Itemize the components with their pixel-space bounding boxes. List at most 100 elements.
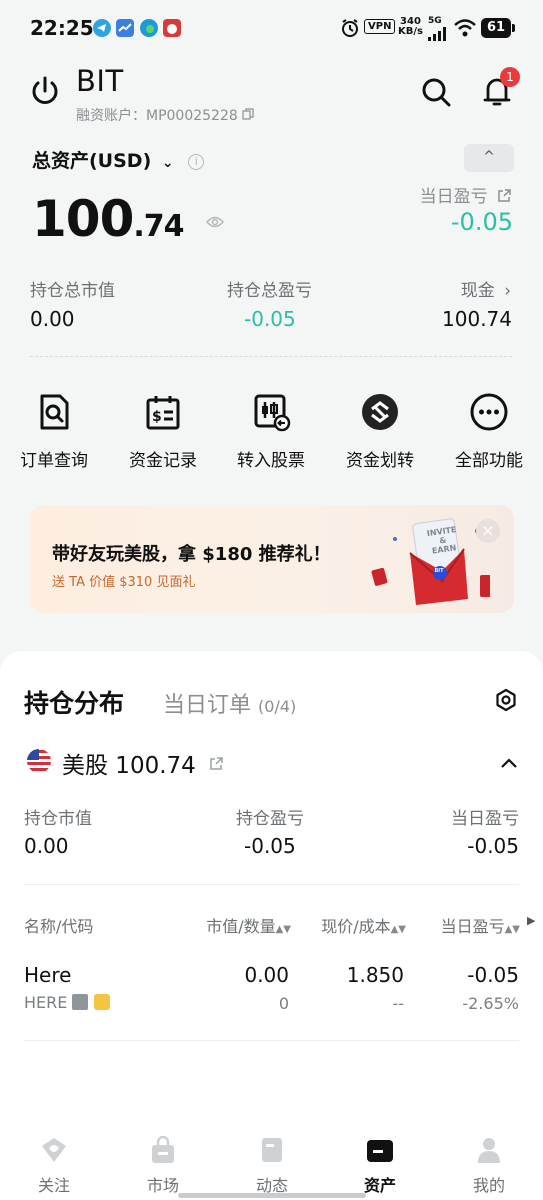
position-market-value-label: 持仓总市值 xyxy=(30,281,115,301)
divider xyxy=(30,356,512,357)
column-header-day-pl[interactable]: 当日盈亏▲▼ xyxy=(441,913,520,937)
nav-watchlist[interactable]: 关注 xyxy=(14,1130,94,1196)
cash-label[interactable]: 现金 › xyxy=(461,276,511,301)
sort-icon[interactable]: ▲▼ xyxy=(505,924,520,935)
function-fund-record[interactable]: $ 资金记录 xyxy=(113,392,213,471)
column-header-label: 现价/成本 xyxy=(321,917,391,936)
holding-day-pl-label: 当日盈亏 xyxy=(451,809,519,829)
shopping-bag-icon xyxy=(147,1135,179,1164)
power-button[interactable] xyxy=(28,74,62,108)
day-pl-label-text: 当日盈亏 xyxy=(419,187,488,207)
settings-button[interactable] xyxy=(494,688,518,716)
position-market-value: 0.00 xyxy=(30,307,75,331)
function-label: 全部功能 xyxy=(455,451,523,471)
sort-icon[interactable]: ▲▼ xyxy=(276,924,291,935)
signal-label: 5G xyxy=(428,16,442,26)
function-label: 转入股票 xyxy=(237,451,305,471)
eye-icon[interactable] xyxy=(205,182,224,240)
external-link-icon[interactable] xyxy=(497,188,511,208)
function-all[interactable]: 全部功能 xyxy=(439,392,539,471)
nav-assets[interactable]: 资产 xyxy=(340,1130,420,1196)
wifi-icon xyxy=(453,18,477,42)
transfer-stock-icon xyxy=(251,392,291,432)
external-link-icon[interactable] xyxy=(209,751,223,777)
banner-badge: BIT xyxy=(434,568,444,574)
net-speed: 340 KB/s xyxy=(398,17,423,37)
referral-banner[interactable]: 带好友玩美股，拿 $180 推荐礼！ 送 TA 价值 $310 见面礼 INVI… xyxy=(30,505,514,613)
fund-record-icon: $ xyxy=(143,392,183,432)
holding-pl-value: -0.05 xyxy=(244,834,296,858)
function-fund-transfer[interactable]: 资金划转 xyxy=(330,392,430,471)
total-assets-decimal: .74 xyxy=(133,209,184,244)
column-header-price[interactable]: 现价/成本▲▼ xyxy=(321,913,406,937)
market-title-text: 美股 100.74 xyxy=(62,753,196,779)
chevron-right-icon[interactable]: › xyxy=(504,281,511,301)
banner-card-text: INVITE & EARN xyxy=(426,525,459,556)
copy-icon[interactable] xyxy=(242,108,254,124)
telegram-icon xyxy=(92,18,112,38)
vpn-indicator: VPN xyxy=(364,19,396,34)
function-order-query[interactable]: 订单查询 xyxy=(4,392,104,471)
cash-label-text: 现金 xyxy=(460,281,495,301)
holding-value-label: 持仓市值 xyxy=(24,809,92,829)
edge-icon xyxy=(139,18,159,38)
chevron-down-icon[interactable]: ⌄ xyxy=(162,155,174,171)
column-header-market-value[interactable]: 市值/数量▲▼ xyxy=(206,913,291,937)
broker-name: BIT xyxy=(76,64,124,98)
quantity-cell: 0 xyxy=(278,994,289,1013)
more-icon xyxy=(469,392,509,432)
red-app-icon xyxy=(162,18,182,38)
day-pl-cell: -0.05 xyxy=(467,963,519,987)
tab-today-orders[interactable]: 当日订单 (0/4) xyxy=(163,687,296,719)
market-section-title[interactable]: 美股 100.74 xyxy=(62,746,223,780)
day-pl-label[interactable]: 当日盈亏 xyxy=(420,182,511,208)
document-icon xyxy=(256,1136,288,1164)
banner-close-button[interactable]: × xyxy=(476,519,500,543)
account-number[interactable]: 融资账户：MP00025228 xyxy=(76,105,254,125)
nav-feed[interactable]: 动态 xyxy=(232,1130,312,1196)
account-label: 融资账户：MP00025228 xyxy=(76,108,238,124)
divider xyxy=(24,1040,519,1041)
function-label: 资金记录 xyxy=(129,451,197,471)
cash-value: 100.74 xyxy=(442,307,512,331)
wallet-icon xyxy=(364,1136,396,1164)
nav-label: 关注 xyxy=(37,1176,70,1195)
function-transfer-stock[interactable]: 转入股票 xyxy=(221,392,321,471)
alarm-icon xyxy=(340,18,360,42)
home-indicator[interactable] xyxy=(178,1193,366,1198)
chevron-up-icon[interactable] xyxy=(500,754,518,773)
divider xyxy=(24,884,519,885)
total-assets-value: 100.74 xyxy=(32,182,224,248)
crown-icon xyxy=(93,994,110,1010)
total-assets-label[interactable]: 总资产(USD) ⌄ i xyxy=(32,146,205,173)
sort-icon[interactable]: ▲▼ xyxy=(391,924,406,935)
order-search-icon xyxy=(34,392,74,432)
total-assets-integer: 100 xyxy=(32,190,134,248)
scroll-right-icon[interactable]: ▶ xyxy=(527,914,535,927)
tab-positions[interactable]: 持仓分布 xyxy=(24,684,124,720)
signal-icon: 5G xyxy=(428,16,448,45)
user-icon xyxy=(473,1136,505,1164)
net-speed-unit: KB/s xyxy=(398,26,423,37)
position-pl-value: -0.05 xyxy=(244,307,296,331)
banner-subtitle: 送 TA 价值 $310 见面礼 xyxy=(52,575,196,590)
status-bar: 22:25 VPN 340 KB/s 5G 61 xyxy=(0,0,543,58)
search-icon xyxy=(422,78,451,107)
holding-pl-label: 持仓盈亏 xyxy=(236,809,304,829)
heart-tag-icon xyxy=(38,1136,70,1164)
position-pl-label: 持仓总盈亏 xyxy=(227,281,312,301)
notification-badge: 1 xyxy=(500,67,520,87)
function-label: 订单查询 xyxy=(20,451,88,471)
collapse-button[interactable]: ^ xyxy=(464,144,514,172)
svg-text:$: $ xyxy=(152,409,162,425)
nav-label: 我的 xyxy=(472,1176,505,1195)
nav-profile[interactable]: 我的 xyxy=(449,1130,529,1196)
holding-day-pl-value: -0.05 xyxy=(467,834,519,858)
nav-market[interactable]: 市场 xyxy=(123,1130,203,1196)
market-value-cell: 0.00 xyxy=(244,963,289,987)
info-icon[interactable]: i xyxy=(188,154,205,170)
stock-name: Here xyxy=(24,963,72,987)
search-button[interactable] xyxy=(420,76,452,112)
function-label: 资金划转 xyxy=(346,451,414,471)
stock-tag-icon xyxy=(72,994,89,1010)
